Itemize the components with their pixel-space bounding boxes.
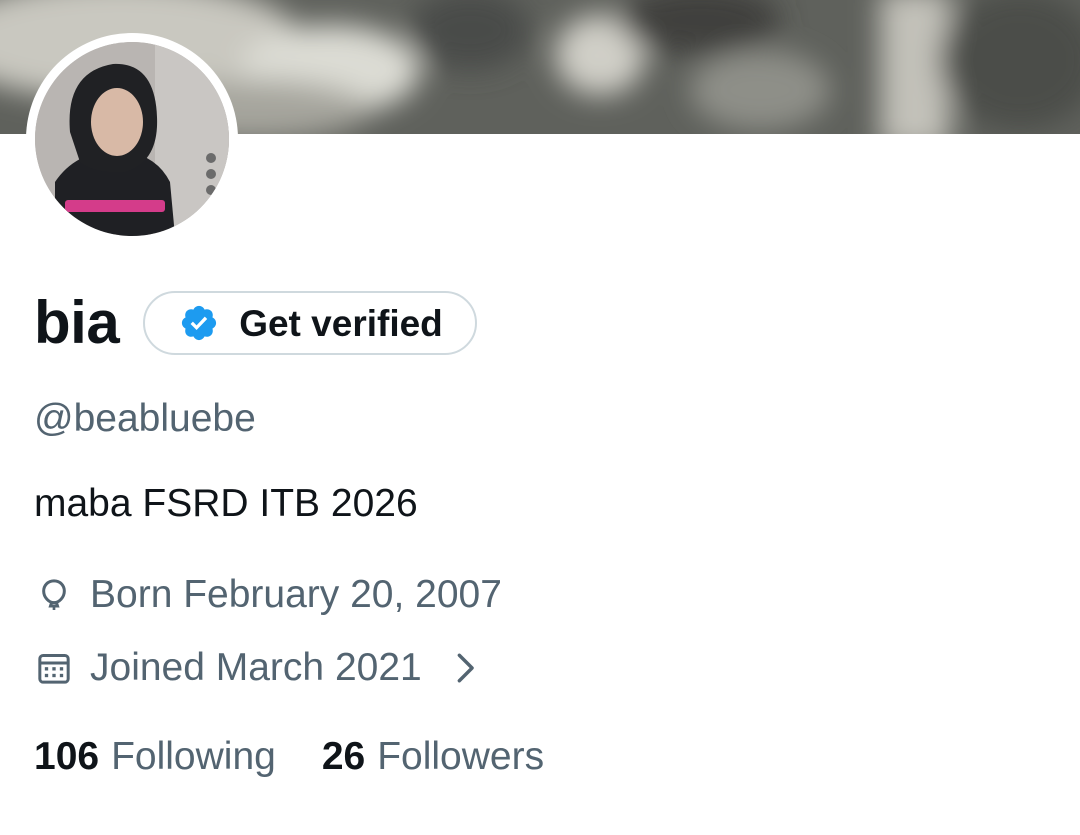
following-link[interactable]: 106 Following bbox=[34, 735, 276, 779]
following-label: Following bbox=[111, 735, 276, 778]
birthday-text: Born February 20, 2007 bbox=[90, 573, 502, 616]
get-verified-button[interactable]: Get verified bbox=[143, 291, 477, 355]
avatar[interactable] bbox=[35, 42, 229, 236]
chevron-right-icon[interactable] bbox=[452, 651, 478, 685]
calendar-icon bbox=[38, 654, 70, 684]
birthday-row: Born February 20, 2007 bbox=[34, 570, 502, 620]
joined-row[interactable]: Joined March 2021 bbox=[34, 643, 478, 693]
balloon-icon bbox=[42, 579, 66, 610]
following-count: 106 bbox=[34, 735, 100, 778]
followers-label: Followers bbox=[377, 735, 545, 778]
avatar-ring bbox=[26, 33, 238, 245]
follow-stats: 106 Following 26 Followers bbox=[34, 732, 544, 782]
verified-badge-icon bbox=[182, 305, 217, 341]
user-handle: @beabluebe bbox=[34, 397, 256, 440]
get-verified-label: Get verified bbox=[239, 302, 443, 344]
followers-link[interactable]: 26 Followers bbox=[322, 735, 544, 779]
followers-count: 26 bbox=[321, 735, 366, 778]
bio: maba FSRD ITB 2026 bbox=[34, 482, 418, 525]
display-name: bia bbox=[34, 289, 120, 356]
joined-text: Joined March 2021 bbox=[90, 646, 422, 689]
name-row: bia Get verified bbox=[34, 288, 477, 358]
